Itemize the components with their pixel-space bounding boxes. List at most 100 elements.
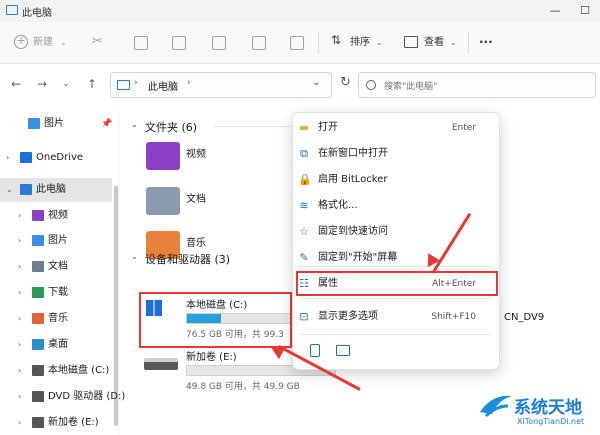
folder-label[interactable]: 音乐: [186, 234, 206, 249]
sidebar-item[interactable]: › OneDrive: [0, 146, 112, 170]
sidebar-item-label: 音乐: [48, 313, 68, 324]
sidebar-item-label: OneDrive: [36, 152, 84, 163]
copy-icon[interactable]: [310, 344, 320, 357]
sidebar-item[interactable]: › 视频: [0, 204, 112, 228]
sidebar-item-icon: [32, 391, 44, 402]
chevron-right-icon[interactable]: ›: [18, 385, 21, 409]
chevron-right-icon[interactable]: ›: [6, 146, 9, 170]
toolbar-divider: [318, 32, 319, 54]
chevron-down-icon[interactable]: ⌄: [6, 178, 13, 202]
chevron-down-icon: ⌄: [376, 38, 383, 47]
more-options-icon: ⊡: [299, 310, 309, 323]
chevron-right-icon[interactable]: ›: [18, 229, 21, 253]
pin-icon: ✎: [299, 251, 309, 264]
context-menu-item[interactable]: 🔒 启用 BitLocker: [292, 168, 484, 192]
context-menu-label: 打开: [318, 122, 338, 133]
drive-space-text: 49.8 GB 可用，共 49.9 GB: [186, 382, 300, 392]
new-icon: +: [14, 35, 28, 49]
up-arrow-icon[interactable]: ↑: [84, 77, 100, 91]
chevron-right-icon[interactable]: ›: [18, 307, 21, 331]
chevron-down-icon: ⌄: [450, 38, 457, 47]
context-menu-item[interactable]: ≋ 格式化...: [292, 194, 484, 218]
dvd-drive-label: CN_DV9: [504, 312, 545, 323]
sidebar-item[interactable]: › DVD 驱动器 (D:): [0, 385, 125, 409]
context-menu-label: 在新窗口中打开: [318, 148, 388, 159]
paste-icon[interactable]: [172, 36, 186, 50]
this-pc-icon: [117, 80, 130, 90]
view-button[interactable]: 查看: [424, 32, 444, 54]
folder-label[interactable]: 文档: [186, 190, 206, 205]
sidebar-item[interactable]: 图片 📌: [0, 112, 112, 136]
watermark-logo: [478, 392, 514, 420]
view-icon: [404, 36, 418, 48]
context-menu-label: 格式化...: [318, 200, 358, 211]
drives-header[interactable]: 设备和驱动器 (3): [145, 251, 230, 267]
menu-separator: [300, 298, 492, 299]
sidebar-item-label: 视频: [48, 210, 68, 221]
folders-header[interactable]: 文件夹 (6): [145, 119, 197, 135]
delete-icon[interactable]: [290, 36, 304, 50]
folder-icon: ▬: [298, 121, 310, 134]
folder-icon[interactable]: [146, 142, 180, 170]
chevron-right-icon[interactable]: ›: [18, 411, 21, 435]
sidebar-item-icon: [32, 365, 44, 376]
chevron-right-icon[interactable]: ›: [18, 204, 21, 228]
this-pc-icon: [6, 5, 18, 15]
sidebar-item-icon: [20, 152, 32, 163]
cut-icon[interactable]: ✂: [92, 34, 103, 49]
sidebar-item[interactable]: › 文档: [0, 255, 112, 279]
context-menu-item[interactable]: ⧉ 在新窗口中打开: [292, 142, 484, 166]
sidebar-item-icon: [32, 235, 44, 246]
sidebar-item-icon: [32, 287, 44, 298]
sort-button[interactable]: 排序: [350, 32, 370, 54]
chevron-right-icon[interactable]: ›: [18, 333, 21, 357]
sidebar-item[interactable]: › 新加卷 (E:): [0, 411, 112, 435]
drive-label[interactable]: 新加卷 (E:): [186, 348, 237, 363]
folder-icon[interactable]: [146, 187, 180, 215]
chevron-right-icon[interactable]: ›: [18, 281, 21, 305]
sidebar-item-icon: [32, 339, 44, 350]
breadcrumb-separator: ›: [134, 78, 138, 88]
sidebar-item[interactable]: › 本地磁盘 (C:): [0, 359, 112, 383]
star-icon: ☆: [299, 225, 309, 238]
sidebar-item-icon: [32, 261, 44, 272]
rename-icon[interactable]: [212, 36, 226, 50]
rename-icon[interactable]: [336, 345, 350, 356]
more-button[interactable]: ···: [479, 31, 493, 53]
refresh-icon[interactable]: ↻: [340, 75, 351, 90]
context-menu-item[interactable]: ▬ 打开 Enter: [292, 116, 484, 140]
breadcrumb-chevron-icon[interactable]: ›: [187, 78, 191, 88]
folder-label[interactable]: 视频: [186, 145, 206, 160]
context-menu-shortcut: Shift+F10: [431, 312, 476, 322]
sidebar-item[interactable]: ⌄ 此电脑: [0, 178, 112, 202]
context-menu-item[interactable]: ⊡ 显示更多选项 Shift+F10: [292, 305, 484, 329]
share-icon[interactable]: [252, 36, 266, 50]
chevron-right-icon[interactable]: ›: [18, 359, 21, 383]
recent-chevron-icon[interactable]: ⌄: [58, 79, 74, 89]
hard-drive-icon[interactable]: [144, 358, 178, 370]
sidebar-item-icon: [32, 417, 44, 428]
address-dropdown-icon[interactable]: ⌄: [312, 77, 320, 88]
forward-arrow-icon[interactable]: →: [34, 77, 50, 91]
address-bar[interactable]: [110, 72, 332, 98]
sidebar-item-label: DVD 驱动器 (D:): [48, 391, 126, 402]
chevron-right-icon[interactable]: ›: [18, 255, 21, 279]
breadcrumb-this-pc[interactable]: 此电脑: [148, 78, 178, 93]
sidebar-item[interactable]: › 桌面: [0, 333, 112, 357]
minimize-button[interactable]: —: [540, 0, 570, 22]
watermark-title: 系统天地: [514, 398, 582, 418]
sidebar-item[interactable]: › 图片: [0, 229, 112, 253]
back-arrow-icon[interactable]: ←: [8, 77, 24, 91]
sidebar-item[interactable]: › 下载: [0, 281, 112, 305]
context-menu-label: 显示更多选项: [318, 311, 378, 322]
sidebar-item[interactable]: › 音乐: [0, 307, 112, 331]
search-placeholder: 搜索"此电脑": [384, 82, 438, 92]
copy-icon[interactable]: [134, 36, 148, 50]
sidebar-item-icon: [32, 210, 44, 221]
context-menu-label: 固定到快速访问: [318, 226, 388, 237]
new-button[interactable]: 新建: [33, 32, 53, 54]
collapse-chevron-icon[interactable]: ⌄: [131, 252, 138, 261]
maximize-button[interactable]: ☐: [570, 0, 600, 22]
sidebar-item-label: 新加卷 (E:): [48, 417, 99, 428]
collapse-chevron-icon[interactable]: ⌄: [131, 120, 138, 129]
